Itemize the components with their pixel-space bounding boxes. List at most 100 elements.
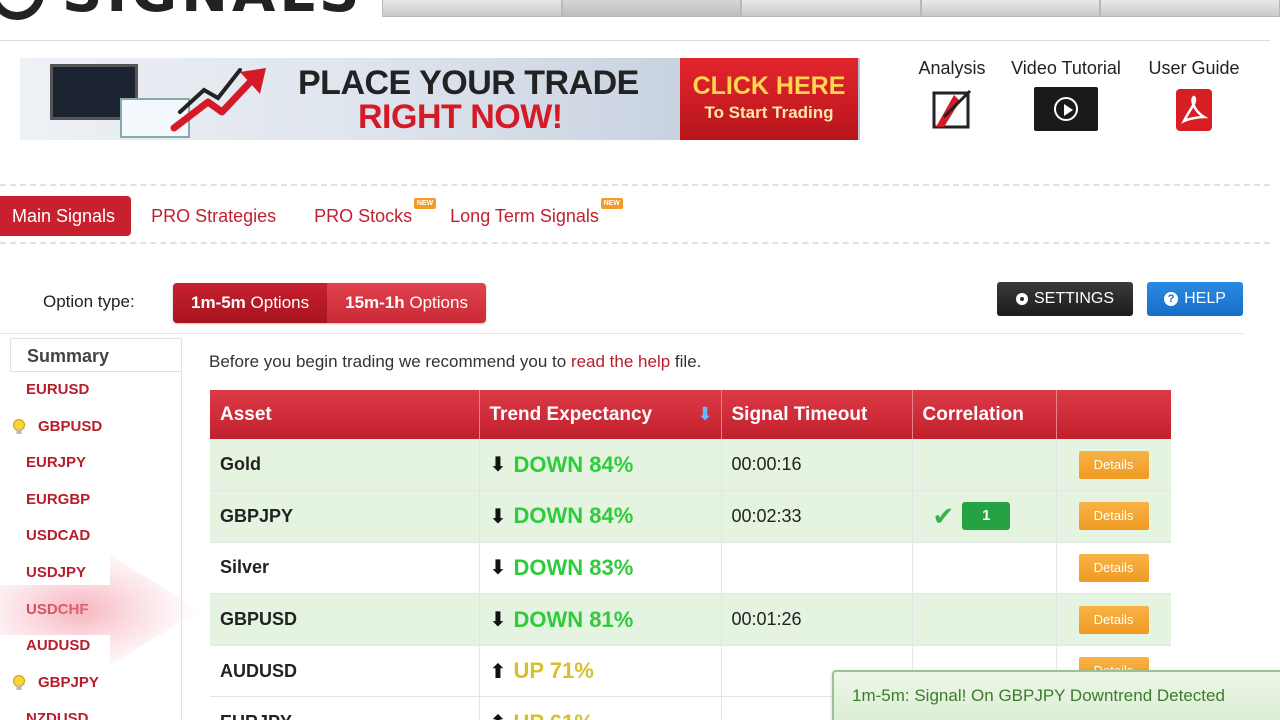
sidebar-item-usdcad[interactable]: USDCAD [10, 518, 181, 555]
sidebar-item-nzdusd[interactable]: NZDUSD [10, 701, 181, 720]
top-nav-tab[interactable] [920, 0, 1101, 17]
sidebar-item-eurjpy[interactable]: EURJPY [10, 445, 181, 482]
details-button[interactable]: Details [1078, 450, 1149, 479]
details-button[interactable]: Details [1078, 502, 1149, 531]
option-1m-5m-button[interactable]: 1m-5m Options [173, 283, 328, 323]
column-header-timeout[interactable]: Signal Timeout [721, 390, 913, 439]
sort-arrow-icon[interactable]: ⬇ [697, 404, 712, 425]
sidebar-item-usdjpy[interactable]: USDJPY [10, 555, 181, 592]
growth-arrow-icon [170, 68, 266, 132]
option-15m-1h-button[interactable]: 15m-1h Options [327, 283, 486, 323]
content-divider [0, 333, 1244, 334]
settings-button[interactable]: SETTINGS [997, 282, 1133, 316]
analysis-link[interactable]: Analysis [912, 58, 992, 136]
sidebar-item-eurgbp[interactable]: EURGBP [10, 482, 181, 519]
lightbulb-icon [13, 418, 25, 434]
banner-subheadline: RIGHT NOW! [358, 98, 563, 136]
sidebar-item-eurusd[interactable]: EURUSD [10, 372, 181, 409]
table-row[interactable]: Gold ⬇ DOWN 84% 00:00:16 Details [210, 439, 1171, 492]
actions-cell: Details [1056, 490, 1171, 543]
new-badge: NEW [600, 198, 623, 209]
cta-label: CLICK HERE [692, 72, 846, 100]
sidebar-summary[interactable]: Summary [10, 338, 181, 372]
sidebar-item-label: NZDUSD [26, 710, 89, 720]
checkmark-icon: ✔ [932, 500, 955, 531]
actions-cell: Details [1056, 593, 1171, 646]
sidebar-item-label: GBPJPY [38, 673, 99, 691]
details-button[interactable]: Details [1078, 553, 1149, 582]
correlation-cell [912, 542, 1057, 595]
trend-cell: ⬆ UP 71% [479, 645, 722, 698]
option-type-toggle: 1m-5m Options 15m-1h Options [173, 283, 486, 323]
table-row[interactable]: GBPJPY ⬇ DOWN 84% 00:02:33 ✔ 1 Details [210, 490, 1171, 543]
top-nav-tab[interactable] [382, 0, 562, 17]
asset-cell: Gold [210, 439, 480, 492]
trend-cell: ⬆UP 61% [479, 696, 722, 720]
sidebar-item-gbpjpy[interactable]: GBPJPY [10, 665, 181, 702]
trend-cell: ⬇ DOWN 84% [479, 439, 722, 492]
sidebar-item-usdchf[interactable]: USDCHF [10, 592, 181, 629]
gear-icon [1015, 293, 1028, 305]
user-guide-link[interactable]: User Guide [1140, 58, 1248, 138]
sidebar-item-audusd[interactable]: AUDUSD [10, 628, 181, 665]
video-play-icon [1034, 87, 1098, 131]
sidebar-item-label: AUDUSD [26, 637, 91, 655]
pdf-icon [1176, 89, 1212, 131]
timeout-cell [721, 542, 913, 595]
help-button[interactable]: ? HELP [1147, 282, 1243, 316]
actions-cell: Details [1056, 542, 1171, 595]
analysis-label: Analysis [918, 58, 986, 78]
column-header-trend[interactable]: Trend Expectancy ⬇ [479, 390, 722, 439]
site-logo[interactable]: SIGNALS [0, 0, 363, 25]
top-nav-tab[interactable] [741, 0, 921, 17]
up-arrow-icon: ⬆ [489, 660, 507, 683]
tab-main-signals[interactable]: Main Signals [0, 196, 132, 236]
tab-long-term-signals[interactable]: Long Term Signals NEW [432, 196, 623, 236]
up-arrow-icon: ⬆ [490, 710, 507, 720]
top-nav-tab[interactable] [561, 0, 742, 17]
video-tutorial-link[interactable]: Video Tutorial [1004, 58, 1128, 131]
top-nav-tab[interactable] [1100, 0, 1280, 17]
sidebar-item-label: USDJPY [26, 563, 87, 581]
tabs-divider [0, 242, 1270, 244]
start-trading-button[interactable]: CLICK HERE To Start Trading [680, 58, 858, 140]
asset-cell: GBPUSD [210, 593, 480, 646]
top-navigation [382, 0, 1280, 17]
intro-text: Before you begin trading we recommend yo… [209, 352, 702, 371]
table-row[interactable]: GBPUSD ⬇ DOWN 81% 00:01:26 Details [210, 593, 1171, 646]
help-icon: ? [1164, 292, 1179, 306]
logo-text: SIGNALS [62, 0, 363, 25]
help-label: HELP [1184, 290, 1226, 307]
correlation-badge[interactable]: 1 [962, 502, 1011, 531]
column-header-actions [1056, 390, 1171, 439]
table-row[interactable]: Silver ⬇ DOWN 83% Details [210, 542, 1171, 595]
sidebar-item-gbpusd[interactable]: GBPUSD [10, 409, 181, 446]
main-tabs: Main Signals PRO Strategies PRO Stocks NE… [0, 196, 623, 236]
actions-cell: Details [1056, 439, 1171, 492]
trade-banner[interactable]: PLACE YOUR TRADE RIGHT NOW! CLICK HERE T… [20, 58, 860, 140]
down-arrow-icon: ⬇ [489, 505, 507, 528]
tab-pro-stocks[interactable]: PRO Stocks NEW [296, 196, 437, 236]
logo-icon [0, 0, 44, 20]
user-guide-label: User Guide [1148, 58, 1240, 78]
tab-pro-strategies[interactable]: PRO Strategies [133, 196, 294, 236]
sidebar-item-label: GBPUSD [38, 417, 103, 435]
correlation-cell: ✔ 1 [912, 490, 1057, 543]
cta-sublabel: To Start Trading [704, 103, 834, 122]
header-divider [0, 40, 1270, 41]
banner-screens-image [50, 64, 190, 138]
column-header-asset[interactable]: Asset [210, 390, 480, 439]
down-arrow-icon: ⬇ [489, 454, 507, 477]
sidebar-item-label: EURGBP [26, 490, 91, 508]
signal-notification[interactable]: 1m-5m: Signal! On GBPJPY Downtrend Detec… [832, 670, 1280, 720]
column-header-correlation[interactable]: Correlation [912, 390, 1057, 439]
trend-cell: ⬇ DOWN 83% [479, 542, 722, 595]
video-tutorial-label: Video Tutorial [1011, 58, 1121, 78]
trend-cell: ⬇ DOWN 81% [479, 593, 722, 646]
analysis-icon [932, 89, 972, 129]
correlation-cell [912, 593, 1057, 646]
asset-cell: AUDUSD [210, 645, 480, 698]
read-help-link[interactable]: read the help [571, 352, 670, 371]
timeout-cell: 00:01:26 [721, 593, 913, 646]
details-button[interactable]: Details [1078, 605, 1149, 634]
